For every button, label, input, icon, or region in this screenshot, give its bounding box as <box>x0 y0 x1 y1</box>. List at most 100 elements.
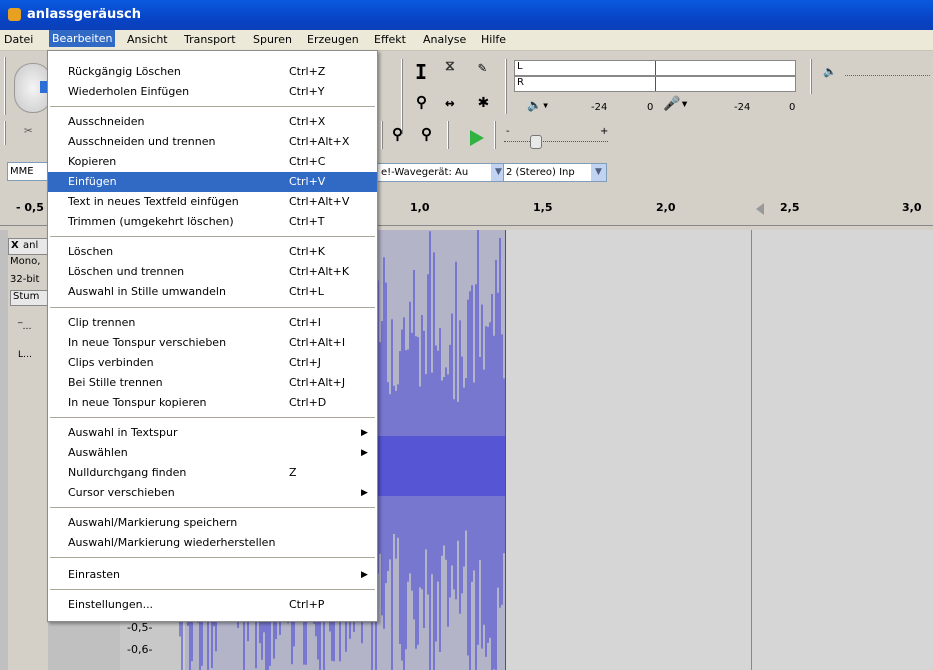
meter-db-right: -24 <box>734 102 751 113</box>
gain-slider[interactable]: ‾… <box>18 322 32 332</box>
menu-item-silence[interactable]: Auswahl in Stille umwandeln Ctrl+L <box>48 282 377 302</box>
zoom-in-icon[interactable]: ⚲ <box>392 125 403 143</box>
speaker-icon[interactable]: 🔈▾ <box>527 98 549 112</box>
track-header[interactable]: X anl <box>8 238 50 255</box>
ruler-tick: - 0,5 <box>16 201 44 214</box>
menu-separator <box>50 106 375 107</box>
menu-item-split-new[interactable]: In neue Tonspur verschieben Ctrl+Alt+I <box>48 333 377 353</box>
meter-r-label: R <box>517 77 524 88</box>
menu-item-redo[interactable]: Wiederholen Einfügen Ctrl+Y <box>48 82 377 102</box>
pan-slider[interactable]: L… <box>18 350 32 360</box>
meter-peak-line <box>655 61 656 75</box>
volume-icon: 🔈 <box>823 65 837 78</box>
empty-track-region[interactable] <box>506 230 933 670</box>
mute-button[interactable]: Stum <box>10 290 50 306</box>
edit-menu-dropdown: Rückgängig Löschen Ctrl+Z Wiederholen Ein… <box>47 50 378 622</box>
menu-bearbeiten[interactable]: Bearbeiten <box>49 30 116 47</box>
menu-separator <box>50 507 375 508</box>
menu-item-paste-text[interactable]: Text in neues Textfeld einfügen Ctrl+Alt+… <box>48 192 377 212</box>
meter-zero-left: 0 <box>647 102 654 113</box>
cursor-line <box>751 230 752 670</box>
menu-separator <box>50 589 375 590</box>
meter-l-label: L <box>517 61 523 72</box>
menu-item-paste[interactable]: Einfügen Ctrl+V <box>48 172 377 192</box>
menu-item-move-cursor[interactable]: Cursor verschieben ▶ <box>48 483 377 503</box>
menu-item-split-clip[interactable]: Clip trennen Ctrl+I <box>48 313 377 333</box>
menu-item-split-delete[interactable]: Löschen und trennen Ctrl+Alt+K <box>48 262 377 282</box>
scissors-icon[interactable]: ✂ <box>24 123 32 139</box>
track-name[interactable]: anl <box>23 240 38 251</box>
track-info-channels: Mono, <box>10 256 41 267</box>
submenu-arrow-icon: ▶ <box>361 448 368 458</box>
menu-item-join[interactable]: Clips verbinden Ctrl+J <box>48 353 377 373</box>
menu-item-save-selection[interactable]: Auswahl/Markierung speichern <box>48 513 377 533</box>
speed-slider-track[interactable] <box>504 141 608 143</box>
mixer-grip[interactable] <box>810 59 812 94</box>
menu-item-duplicate[interactable]: In neue Tonspur kopieren Ctrl+D <box>48 393 377 413</box>
menu-separator <box>50 307 375 308</box>
menu-ansicht[interactable]: Ansicht <box>127 33 168 46</box>
menu-item-select[interactable]: Auswählen ▶ <box>48 443 377 463</box>
toolbar-grip-2[interactable] <box>4 121 6 145</box>
menu-erzeugen[interactable]: Erzeugen <box>307 33 359 46</box>
speed-grip[interactable] <box>494 121 496 149</box>
menu-hilfe[interactable]: Hilfe <box>481 33 506 46</box>
ruler-tick: 1,5 <box>533 201 553 214</box>
window-title: anlassgeräusch <box>27 7 141 22</box>
host-combo[interactable]: MME <box>7 162 49 181</box>
meter-peak-line-2 <box>655 77 656 91</box>
track-control-panel: X anl Mono, 32-bit Stum ‾… L… <box>8 230 50 670</box>
meter-grip[interactable] <box>505 59 507 114</box>
device-combo[interactable]: e!-Wavegerät: Au ▼ <box>376 163 507 182</box>
menu-analyse[interactable]: Analyse <box>423 33 466 46</box>
menu-item-cut[interactable]: Ausschneiden Ctrl+X <box>48 112 377 132</box>
menu-separator <box>50 236 375 237</box>
menu-item-select-in-label[interactable]: Auswahl in Textspur ▶ <box>48 423 377 443</box>
envelope-tool-icon[interactable]: ⧖ <box>445 58 455 74</box>
ruler-tick: 2,5 <box>780 201 800 214</box>
meter-zero-right: 0 <box>789 102 796 113</box>
toolbar-grip[interactable] <box>4 57 6 115</box>
ruler-tick: 1,0 <box>410 201 430 214</box>
speed-slider-thumb[interactable] <box>530 135 542 149</box>
menu-item-undo[interactable]: Rückgängig Löschen Ctrl+Z <box>48 62 377 82</box>
menu-effekt[interactable]: Effekt <box>374 33 406 46</box>
menu-item-split-cut[interactable]: Ausschneiden und trennen Ctrl+Alt+X <box>48 132 377 152</box>
vertical-scale-label: -0,5- <box>127 621 153 634</box>
tools-grip[interactable] <box>401 59 403 134</box>
pencil-tool-icon[interactable]: ✎ <box>478 60 486 76</box>
play-grip[interactable] <box>447 121 449 149</box>
app-icon <box>8 8 21 21</box>
close-track-icon[interactable]: X <box>11 240 19 251</box>
zoom-out-icon[interactable]: ⚲ <box>421 125 432 143</box>
menu-item-delete[interactable]: Löschen Ctrl+K <box>48 242 377 262</box>
microphone-icon[interactable]: 🎤▾ <box>663 96 689 112</box>
menu-item-preferences[interactable]: Einstellungen... Ctrl+P <box>48 595 377 615</box>
menu-separator <box>50 557 375 558</box>
playback-meter-l: L <box>514 60 796 76</box>
edit-grip[interactable] <box>381 121 383 149</box>
submenu-arrow-icon: ▶ <box>361 570 368 580</box>
playback-meter-r: R <box>514 76 796 92</box>
clip-boundary <box>505 230 506 670</box>
menu-item-trim[interactable]: Trimmen (umgekehrt löschen) Ctrl+T <box>48 212 377 232</box>
multi-tool-icon[interactable]: ✱ <box>478 91 489 112</box>
submenu-arrow-icon: ▶ <box>361 488 368 498</box>
menu-spuren[interactable]: Spuren <box>253 33 292 46</box>
window-titlebar: anlassgeräusch <box>0 0 933 30</box>
ibeam-tool-icon[interactable]: I <box>415 60 427 84</box>
channels-combo[interactable]: 2 (Stereo) Inp ▼ <box>503 163 607 182</box>
menu-datei[interactable]: Datei <box>4 33 33 46</box>
menu-transport[interactable]: Transport <box>184 33 236 46</box>
timeshift-tool-icon[interactable]: ↔ <box>445 93 455 112</box>
menu-item-restore-selection[interactable]: Auswahl/Markierung wiederherstellen <box>48 533 377 553</box>
menu-item-detach-silence[interactable]: Bei Stille trennen Ctrl+Alt+J <box>48 373 377 393</box>
menu-item-copy[interactable]: Kopieren Ctrl+C <box>48 152 377 172</box>
menu-item-zero-crossing[interactable]: Nulldurchgang finden Z <box>48 463 377 483</box>
ruler-tick: 3,0 <box>902 201 922 214</box>
play-at-speed-icon[interactable] <box>470 130 484 146</box>
zoom-tool-icon[interactable]: ⚲ <box>416 93 427 111</box>
menu-item-snap[interactable]: Einrasten ▶ <box>48 565 377 585</box>
menubar: Datei Bearbeiten Ansicht Transport Spure… <box>0 30 933 51</box>
volume-slider[interactable] <box>845 75 930 77</box>
